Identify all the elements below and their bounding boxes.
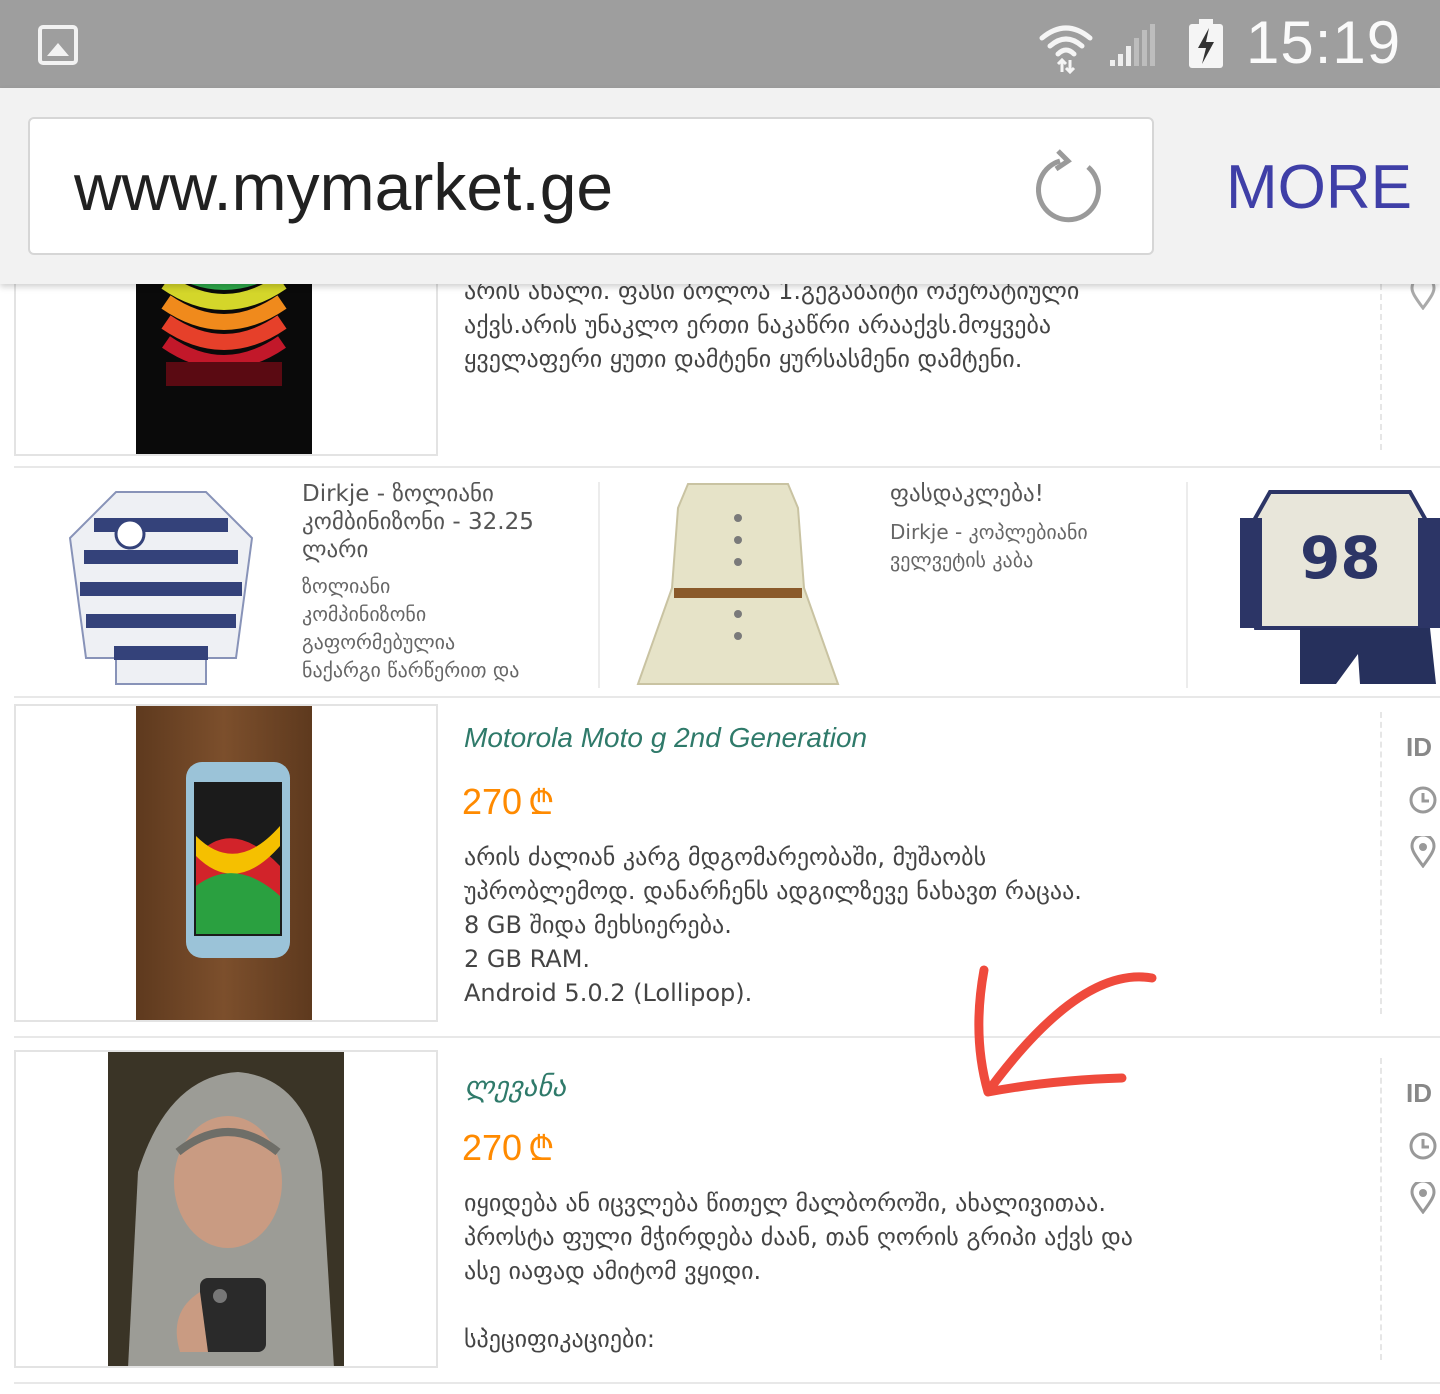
- listing-title-link[interactable]: Motorola Moto g 2nd Generation: [464, 722, 867, 754]
- divider: [1380, 712, 1382, 1014]
- listing-thumbnail[interactable]: [14, 260, 438, 456]
- signal-icon: [1110, 24, 1155, 66]
- price-value: 270: [462, 1127, 523, 1168]
- divider: [14, 466, 1440, 468]
- divider: [14, 1382, 1440, 1384]
- divider: [1380, 1058, 1382, 1360]
- promo-title[interactable]: ფასდაკლება!: [890, 480, 1180, 508]
- gallery-icon: [38, 25, 78, 65]
- listing-thumbnail[interactable]: [14, 704, 438, 1022]
- divider: [1380, 284, 1382, 450]
- promo-image[interactable]: [56, 478, 266, 688]
- clock-icon: [1409, 1132, 1437, 1160]
- listing-id-label: ID: [1406, 1078, 1432, 1108]
- listing-thumbnail[interactable]: [14, 1050, 438, 1368]
- promo-description: ზოლიანი კომპინიზონი გაფორმებულია ნაქარგი…: [302, 574, 520, 682]
- divider: [14, 696, 1440, 698]
- listing-description: არის ძალიან კარგ მდგომარეობაში, მუშაობს …: [464, 843, 1082, 1007]
- divider: [1186, 482, 1188, 688]
- listing-title-link[interactable]: ლევანა: [464, 1070, 565, 1103]
- promo-image[interactable]: 98: [1240, 478, 1440, 688]
- price-value: 270: [462, 781, 523, 822]
- listing-description: არის ახალი. ფასი ბოლოა 1.გეგაბაიტი ოპერა…: [464, 277, 1080, 373]
- reload-icon[interactable]: [1030, 149, 1110, 229]
- promo-title[interactable]: Dirkje - ზოლიანი კომბინიზონი - 32.25 ლარ…: [302, 480, 592, 564]
- wifi-icon: [1039, 25, 1093, 74]
- phone-photo: [136, 706, 312, 1020]
- more-button[interactable]: MORE: [1226, 152, 1412, 223]
- location-pin-icon: [1410, 836, 1436, 868]
- divider: [598, 482, 600, 688]
- clock-icon: [1409, 786, 1437, 814]
- listing-price: 270 ₾: [462, 1124, 554, 1170]
- url-text[interactable]: www.mymarket.ge: [74, 149, 613, 225]
- promo-description: Dirkje - კოპლებიანი ველვეტის კაბა: [890, 520, 1088, 572]
- currency-symbol: ₾: [528, 784, 555, 822]
- promo-carousel: Dirkje - ზოლიანი კომბინიზონი - 32.25 ლარ…: [0, 470, 1440, 694]
- person-photo: [108, 1052, 344, 1366]
- address-bar[interactable]: www.mymarket.ge: [28, 117, 1154, 255]
- divider: [14, 1036, 1440, 1038]
- listing-id-label: ID: [1406, 732, 1432, 762]
- phone-photo: [136, 262, 312, 454]
- clock: 15:19: [1246, 9, 1402, 76]
- listing-description: იყიდება ან იცვლება წითელ მალბოროში, ახალ…: [464, 1189, 1133, 1353]
- listing-price: 270 ₾: [462, 778, 554, 824]
- annotation-arrow: [974, 965, 1157, 1097]
- svg-text:98: 98: [1300, 524, 1381, 592]
- battery-charging-icon: [1189, 19, 1223, 68]
- browser-toolbar: www.mymarket.ge MORE: [0, 88, 1440, 284]
- currency-symbol: ₾: [528, 1130, 555, 1168]
- status-bar: 15:19: [0, 0, 1440, 88]
- promo-image[interactable]: [628, 478, 848, 688]
- location-pin-icon: [1410, 1182, 1436, 1214]
